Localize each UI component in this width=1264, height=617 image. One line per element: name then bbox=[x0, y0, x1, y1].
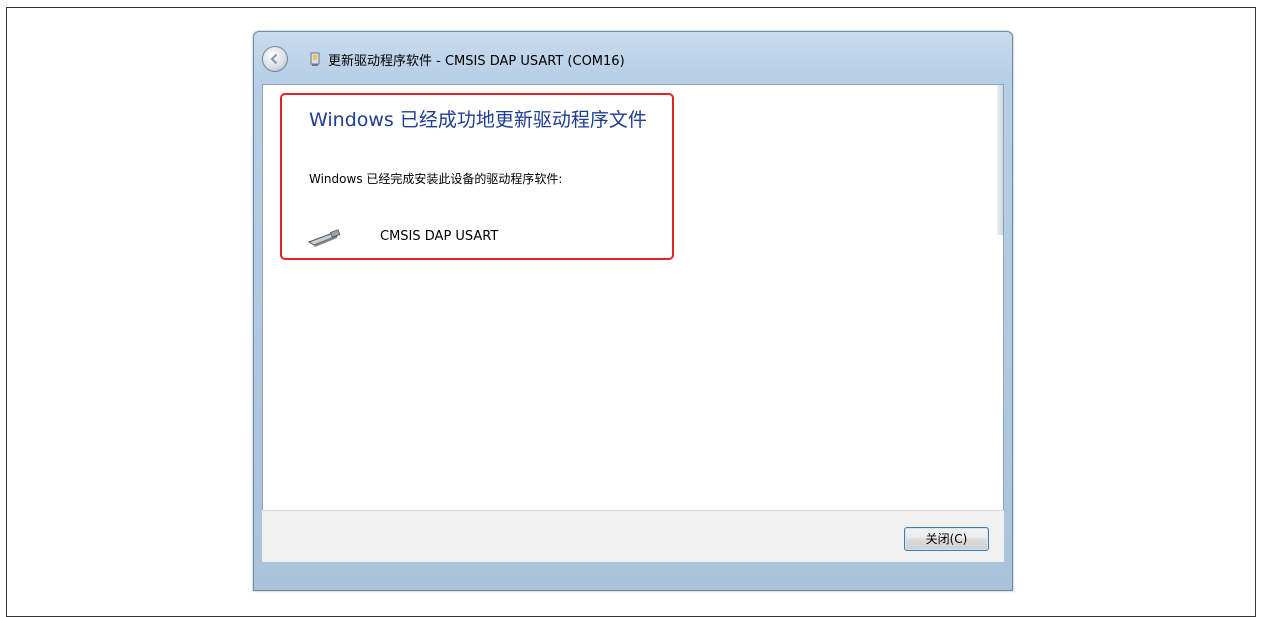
scroll-edge bbox=[997, 85, 1003, 235]
device-name: CMSIS DAP USART bbox=[380, 229, 499, 244]
usb-device-icon bbox=[307, 229, 341, 247]
back-button[interactable] bbox=[262, 46, 288, 72]
title-bar: 更新驱动程序软件 - CMSIS DAP USART (COM16) bbox=[254, 32, 1012, 84]
success-message: Windows 已经完成安装此设备的驱动程序软件: bbox=[309, 172, 563, 186]
back-arrow-icon bbox=[270, 53, 278, 65]
update-driver-dialog: 更新驱动程序软件 - CMSIS DAP USART (COM16) Windo… bbox=[253, 31, 1013, 591]
window-title: 更新驱动程序软件 - CMSIS DAP USART (COM16) bbox=[328, 54, 625, 69]
device-title-icon bbox=[310, 52, 320, 66]
close-button[interactable]: 关闭(C) bbox=[904, 527, 989, 551]
success-heading: Windows 已经成功地更新驱动程序文件 bbox=[309, 109, 647, 131]
button-bar: 关闭(C) bbox=[262, 510, 1004, 562]
content-area: Windows 已经成功地更新驱动程序文件 Windows 已经完成安装此设备的… bbox=[262, 84, 1004, 562]
